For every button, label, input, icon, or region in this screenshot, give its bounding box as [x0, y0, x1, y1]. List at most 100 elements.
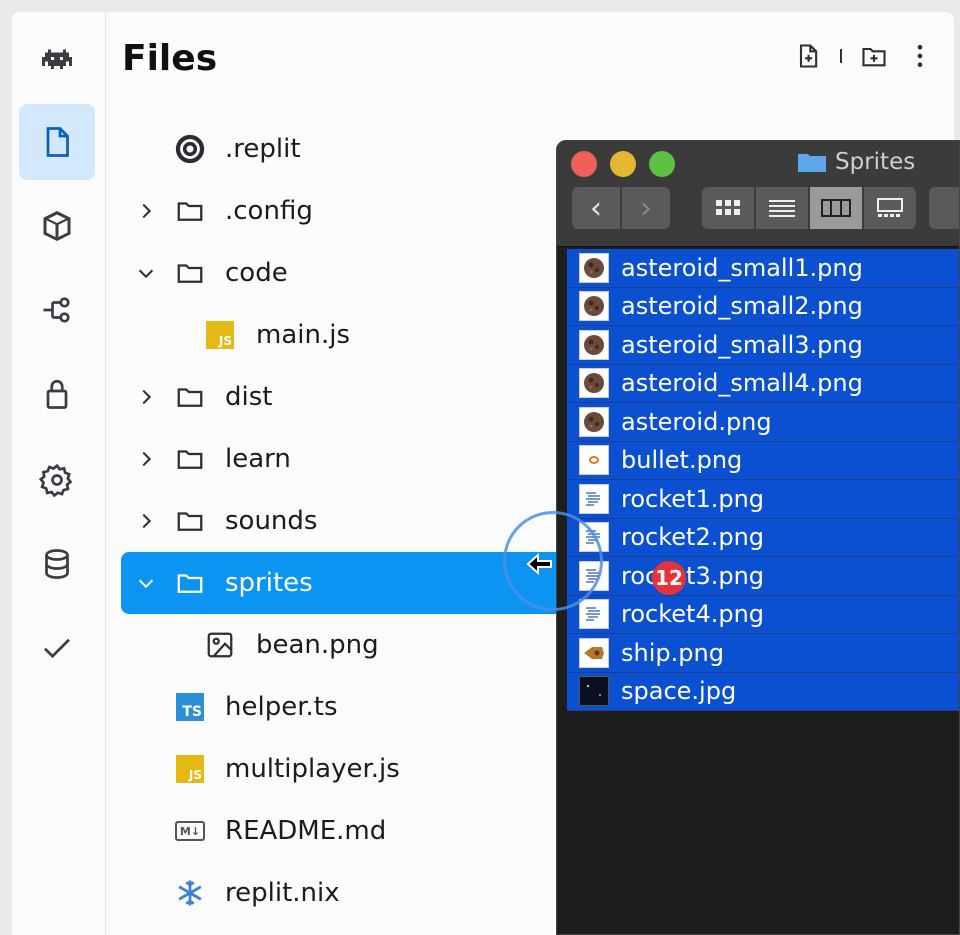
- zoom-window-button[interactable]: [649, 151, 675, 177]
- package-icon[interactable]: [19, 188, 95, 264]
- finder-file-row[interactable]: rocket2.png: [567, 518, 959, 557]
- ts-badge: TS: [176, 693, 204, 721]
- folder-icon: [173, 504, 207, 538]
- icon-view-button[interactable]: [702, 187, 754, 229]
- javascript-file-icon: JS: [203, 318, 237, 352]
- drag-cursor-icon: [526, 552, 552, 576]
- tree-item-label: code: [225, 258, 288, 288]
- version-control-icon[interactable]: [19, 272, 95, 348]
- tree-item-label: README.md: [225, 816, 387, 846]
- finder-file-name: rocket1.png: [621, 484, 765, 513]
- typescript-file-icon: TS: [173, 690, 207, 724]
- view-switcher: [702, 187, 916, 229]
- rocket-thumbnail-icon: [579, 599, 609, 630]
- file-icon[interactable]: [19, 104, 95, 180]
- nix-snowflake-icon: [173, 876, 207, 910]
- chevron-right-icon[interactable]: [135, 200, 157, 222]
- finder-file-name: ship.png: [621, 638, 724, 667]
- finder-file-row[interactable]: rocket1.png: [567, 480, 959, 519]
- tree-item-label: .config: [225, 196, 313, 226]
- finder-file-name: asteroid.png: [621, 407, 772, 436]
- asteroid-thumbnail-icon: [579, 368, 609, 399]
- folder-icon: [173, 194, 207, 228]
- list-view-button[interactable]: [756, 187, 808, 229]
- rocket-thumbnail-icon: [579, 483, 609, 514]
- tree-item-label: sprites: [225, 568, 313, 598]
- tree-item-label: helper.ts: [225, 692, 338, 722]
- asteroid-thumbnail-icon: [579, 406, 609, 437]
- finder-file-name: space.jpg: [621, 677, 737, 706]
- image-file-icon: [203, 628, 237, 662]
- finder-file-name: rocket4.png: [621, 600, 765, 629]
- finder-titlebar[interactable]: Sprites ‹ ›: [557, 141, 959, 247]
- column-view-button[interactable]: [810, 187, 862, 229]
- database-icon[interactable]: [19, 526, 95, 602]
- finder-file-row[interactable]: asteroid_small1.png: [567, 249, 959, 288]
- space-thumbnail-icon: [579, 676, 609, 707]
- invader-logo-icon[interactable]: [19, 22, 95, 98]
- finder-file-list: asteroid_small1.png asteroid_small2.pngas…: [567, 249, 959, 711]
- finder-file-row[interactable]: ship.png: [567, 634, 959, 673]
- md-badge: M↓: [175, 821, 205, 841]
- close-window-button[interactable]: [571, 151, 597, 177]
- js-badge: JS: [206, 321, 234, 349]
- finder-file-name: asteroid_small1.png: [621, 253, 863, 282]
- folder-icon: [173, 256, 207, 290]
- group-button[interactable]: [929, 187, 959, 229]
- finder-file-name: rocket3.png: [621, 561, 765, 590]
- more-options-icon[interactable]: [906, 42, 934, 70]
- finder-file-row[interactable]: rocket3.png: [567, 557, 959, 596]
- folder-icon: [798, 154, 826, 172]
- chevron-down-icon[interactable]: [135, 572, 157, 594]
- finder-file-name: asteroid_small3.png: [621, 330, 863, 359]
- finder-file-row[interactable]: space.jpg: [567, 672, 959, 711]
- chevron-right-icon[interactable]: [135, 386, 157, 408]
- replit-config-icon: [173, 132, 207, 166]
- tree-item-label: main.js: [256, 320, 350, 350]
- gear-icon[interactable]: [19, 442, 95, 518]
- tree-item-label: sounds: [225, 506, 318, 536]
- folder-icon: [173, 380, 207, 414]
- gallery-view-button[interactable]: [864, 187, 916, 229]
- new-folder-icon[interactable]: [860, 42, 888, 70]
- finder-file-row[interactable]: bullet.png: [567, 441, 959, 480]
- lock-icon[interactable]: [19, 356, 95, 432]
- finder-title: Sprites: [797, 149, 915, 175]
- finder-file-row[interactable]: asteroid.png: [567, 403, 959, 442]
- chevron-down-icon[interactable]: [135, 262, 157, 284]
- asteroid-thumbnail-icon: [579, 291, 609, 322]
- js-badge: JS: [176, 755, 204, 783]
- chevron-right-icon[interactable]: [135, 448, 157, 470]
- finder-window[interactable]: Sprites ‹ › asteroid_small1.png asteroid_…: [556, 140, 960, 935]
- tree-item-label: dist: [225, 382, 273, 412]
- finder-file-name: bullet.png: [621, 446, 743, 475]
- tree-item-label: replit.nix: [225, 878, 340, 908]
- files-header-actions: [794, 42, 934, 70]
- finder-file-name: asteroid_small2.png: [621, 292, 863, 321]
- tree-item-label: bean.png: [256, 630, 379, 660]
- new-file-icon[interactable]: [794, 42, 822, 70]
- finder-file-row[interactable]: asteroid_small2.png: [567, 287, 959, 326]
- finder-file-name: rocket2.png: [621, 523, 765, 552]
- folder-icon: [173, 566, 207, 600]
- back-button[interactable]: ‹: [572, 187, 620, 229]
- bullet-thumbnail-icon: [579, 445, 609, 476]
- finder-nav: ‹ ›: [572, 187, 670, 229]
- columns-icon: [821, 199, 851, 217]
- finder-title-text: Sprites: [835, 149, 916, 175]
- chevron-right-icon[interactable]: [135, 510, 157, 532]
- finder-file-row[interactable]: asteroid_small4.png: [567, 364, 959, 403]
- minimize-window-button[interactable]: [610, 151, 636, 177]
- check-icon[interactable]: [19, 610, 95, 686]
- forward-button[interactable]: ›: [622, 187, 670, 229]
- markdown-file-icon: M↓: [173, 814, 207, 848]
- finder-file-row[interactable]: rocket4.png: [567, 595, 959, 634]
- finder-file-name: asteroid_small4.png: [621, 369, 863, 398]
- tree-item-label: learn: [225, 444, 291, 474]
- finder-file-row[interactable]: asteroid_small3.png: [567, 326, 959, 365]
- grid-icon: [716, 200, 740, 215]
- drag-count-badge: 12: [652, 561, 686, 595]
- gallery-icon: [877, 198, 903, 217]
- header-divider: [840, 49, 842, 63]
- javascript-file-icon: JS: [173, 752, 207, 786]
